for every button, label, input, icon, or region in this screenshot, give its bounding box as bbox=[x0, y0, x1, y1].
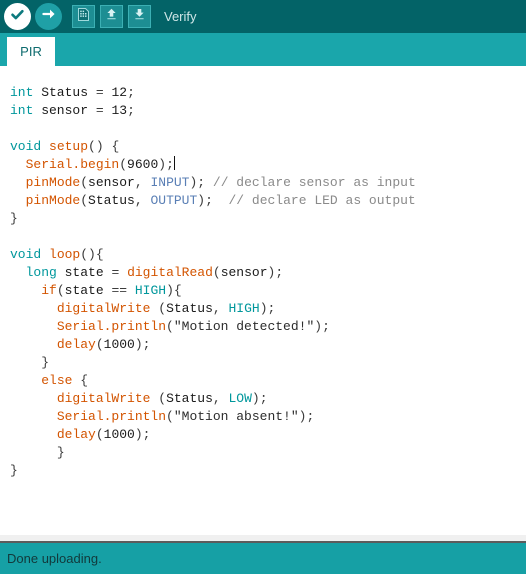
verify-button[interactable] bbox=[4, 3, 31, 30]
save-sketch-button[interactable] bbox=[128, 5, 151, 28]
tab-pir[interactable]: PIR bbox=[7, 37, 55, 66]
open-sketch-button[interactable] bbox=[100, 5, 123, 28]
text-caret bbox=[173, 156, 175, 170]
upload-button[interactable] bbox=[35, 3, 62, 30]
checkmark-icon bbox=[9, 6, 26, 28]
right-arrow-icon bbox=[41, 6, 57, 27]
status-message: Done uploading. bbox=[7, 551, 102, 566]
toolbar: Verify bbox=[0, 0, 526, 33]
down-arrow-icon bbox=[132, 7, 147, 27]
tab-label: PIR bbox=[20, 44, 42, 59]
new-sketch-button[interactable] bbox=[72, 5, 95, 28]
tab-bar: PIR bbox=[0, 33, 526, 66]
code-editor[interactable]: int Status = 12; int sensor = 13; void s… bbox=[0, 66, 526, 535]
toolbar-action-label: Verify bbox=[164, 9, 197, 24]
up-arrow-icon bbox=[104, 7, 119, 27]
status-bar: Done uploading. bbox=[0, 543, 526, 574]
code-content[interactable]: int Status = 12; int sensor = 13; void s… bbox=[10, 84, 416, 480]
new-document-icon bbox=[76, 7, 91, 27]
